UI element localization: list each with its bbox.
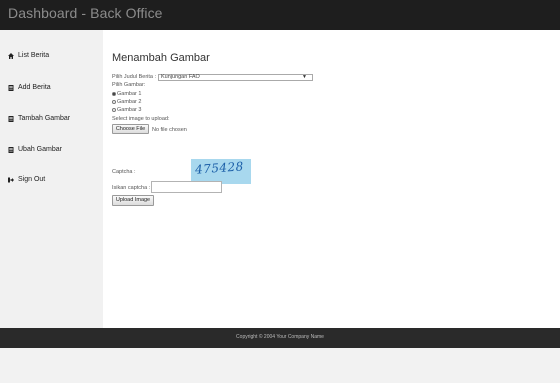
radio-gambar-2[interactable]: Gambar 2 [112,99,141,105]
upload-label: Select image to upload: [112,116,170,122]
app-title[interactable]: Dashboard - Back Office [8,5,163,21]
judul-select[interactable]: Kunjungan FAO ▼ [158,74,313,81]
judul-label: Pilih Judul Berita : [112,74,157,80]
main-content: Menambah Gambar Pilih Judul Berita : Kun… [103,30,560,328]
sidebar-item-sign-out[interactable]: Sign Out [8,176,45,183]
page-title: Menambah Gambar [112,52,210,64]
page-bottom-area [0,348,560,383]
judul-selected-value: Kunjungan FAO [161,74,200,80]
sidebar-item-label: Add Berita [18,84,51,91]
document-icon [8,115,14,122]
copyright-text: Copyright © 2004 Your Company Name [236,334,324,340]
document-icon [8,146,14,153]
radio-button[interactable] [112,107,116,112]
radio-label: Gambar 2 [117,99,142,105]
home-icon [8,52,14,59]
isikan-label: Isikan captcha : [112,185,151,191]
gambar-label: Pilih Gambar: [112,82,146,88]
sidebar-item-list-berita[interactable]: List Berita [8,52,49,59]
top-navbar: Dashboard - Back Office [0,0,560,30]
choose-file-button[interactable]: Choose File [112,124,149,134]
captcha-label: Captcha : [112,169,136,175]
footer: Copyright © 2004 Your Company Name [0,328,560,348]
dropdown-caret-icon: ▼ [302,74,307,80]
sidebar-item-label: Tambah Gambar [18,115,71,122]
sidebar-item-label: List Berita [18,52,50,59]
radio-gambar-3[interactable]: Gambar 3 [112,107,141,113]
sidebar-item-tambah-gambar[interactable]: Tambah Gambar [8,115,70,122]
sidebar-item-ubah-gambar[interactable]: Ubah Gambar [8,146,62,153]
sidebar-item-label: Sign Out [18,176,46,183]
radio-label: Gambar 3 [117,107,142,113]
no-file-text: No file chosen [152,127,187,133]
sidebar: List Berita Add Berita Tambah Gambar Uba… [0,30,103,328]
sidebar-item-label: Ubah Gambar [18,146,62,153]
sidebar-item-add-berita[interactable]: Add Berita [8,84,51,91]
radio-button-selected[interactable] [112,91,116,96]
radio-label: Gambar 1 [117,91,142,97]
captcha-text: 475428 [194,159,245,177]
captcha-input[interactable] [151,181,222,193]
radio-button[interactable] [112,99,116,104]
document-icon [8,84,14,91]
upload-image-button[interactable]: Upload Image [112,195,154,206]
radio-gambar-1[interactable]: Gambar 1 [112,91,141,97]
sign-out-icon [8,177,14,183]
